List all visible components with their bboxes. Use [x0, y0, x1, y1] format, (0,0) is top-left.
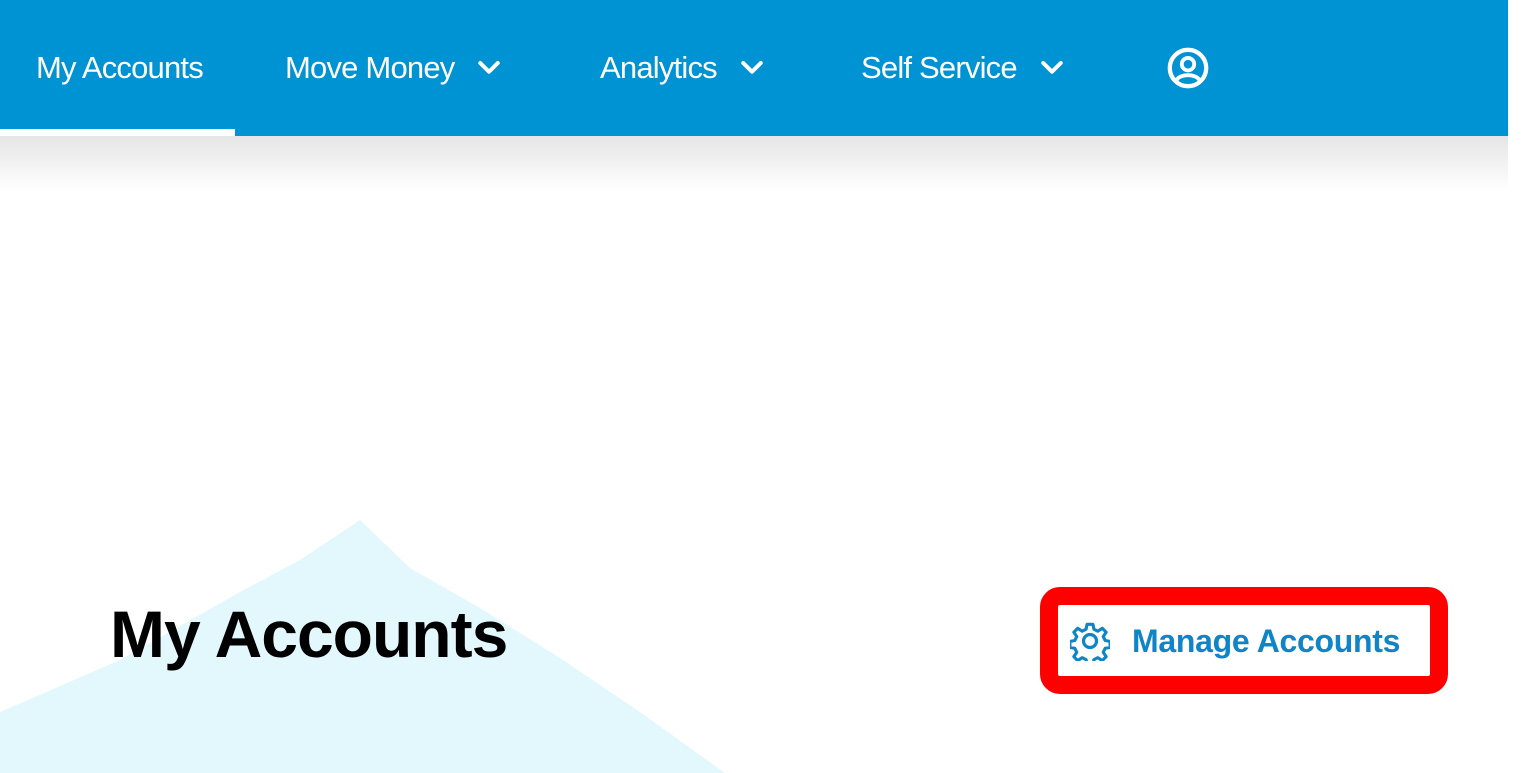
profile-button[interactable] — [1165, 0, 1211, 136]
nav-shadow — [0, 136, 1508, 192]
chevron-down-icon — [478, 61, 501, 74]
nav-item-my-accounts[interactable]: My Accounts — [0, 0, 235, 136]
nav-item-analytics[interactable]: Analytics — [600, 0, 767, 136]
user-circle-icon — [1167, 47, 1209, 89]
chevron-down-icon — [1041, 61, 1063, 74]
manage-accounts-label: Manage Accounts — [1132, 622, 1401, 659]
top-navigation: My Accounts Move Money Analytics Self Se… — [0, 0, 1508, 136]
nav-item-self-service[interactable]: Self Service — [861, 0, 1067, 136]
chevron-down-icon — [741, 61, 763, 74]
nav-item-label: Move Money — [285, 50, 455, 85]
nav-item-label: My Accounts — [36, 50, 204, 85]
nav-item-label: Self Service — [861, 50, 1018, 85]
nav-item-move-money[interactable]: Move Money — [285, 0, 504, 136]
manage-accounts-button[interactable]: Manage Accounts — [1070, 614, 1400, 668]
right-gutter — [1508, 0, 1536, 773]
gear-icon — [1070, 622, 1110, 661]
page-title: My Accounts — [110, 597, 508, 671]
nav-item-label: Analytics — [600, 50, 718, 85]
page: My Accounts Move Money Analytics Self Se… — [0, 0, 1536, 773]
